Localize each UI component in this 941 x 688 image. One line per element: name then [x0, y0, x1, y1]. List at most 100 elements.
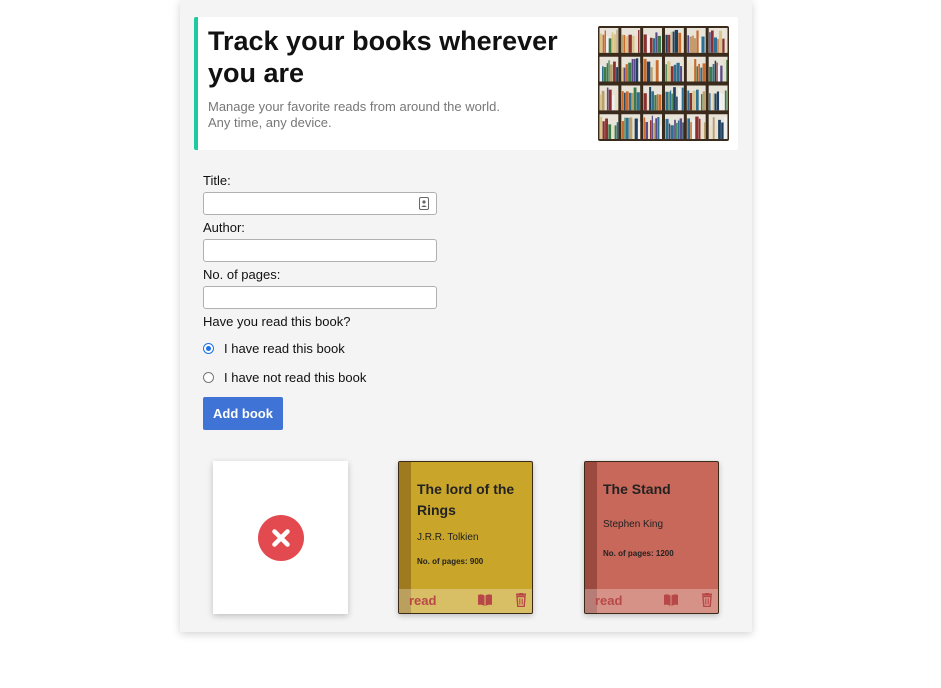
shelf-book-spine [700, 67, 703, 82]
shelf-book-spine [668, 34, 671, 53]
shelf-book-spine [687, 90, 690, 111]
shelf-book-spine [632, 35, 635, 53]
shelf-book-spine [712, 64, 715, 82]
shelf-book-spine [652, 38, 656, 53]
shelf-book-spine [600, 64, 602, 82]
shelf-book-spine [676, 122, 678, 139]
book-title: The lord of the Rings [417, 481, 515, 518]
shelf-book-spine [670, 125, 674, 139]
shelf-book-spine [713, 37, 717, 53]
book-author: Stephen King [603, 519, 664, 530]
shelf-book-spine [616, 122, 619, 139]
shelf-book-spine [668, 91, 670, 111]
book-actions: read [399, 589, 532, 613]
shelf-book-spine [696, 66, 698, 82]
radio-not-read-label[interactable]: I have not read this book [224, 370, 366, 385]
shelf-book-spine [608, 124, 612, 139]
book-actions: read [585, 589, 718, 613]
shelf-book-spine [621, 34, 624, 53]
shelf-book-spine [702, 63, 706, 82]
shelf-book-spine [672, 31, 675, 53]
shelf-book-spine [726, 59, 728, 82]
shelf-book-spine [687, 118, 690, 139]
open-book-icon[interactable] [477, 593, 493, 607]
book-title: The Stand [603, 481, 671, 497]
shelf-book-spine [694, 59, 697, 82]
read-question: Have you read this book? [203, 314, 351, 329]
shelf-book-spine [621, 121, 625, 139]
shelf-book-spine [690, 122, 692, 139]
shelf-book-spine [692, 90, 696, 111]
shelf-book-spine [718, 119, 721, 139]
shelf-book-spine [667, 61, 671, 82]
read-status-toggle[interactable]: read [595, 593, 622, 608]
shelf-book-spine [631, 92, 634, 111]
shelf-book-spine [670, 66, 674, 82]
shelf-book-spine [671, 93, 673, 111]
shelf-book-spine [616, 67, 619, 82]
shelf-book-spine [648, 120, 650, 139]
shelf-book-spine [712, 117, 715, 139]
shelf-book-spine [693, 38, 697, 53]
shelf-book-spine [629, 117, 633, 139]
radio-not-read[interactable] [203, 372, 214, 383]
shelf-book-spine [634, 35, 638, 53]
shelf-book-spine [709, 66, 713, 82]
pages-input[interactable] [203, 286, 437, 309]
shelf-book-spine [606, 63, 609, 82]
shelf-book-spine [638, 121, 641, 139]
shelf-book-spine [600, 33, 603, 53]
open-book-icon[interactable] [663, 593, 679, 607]
shelf-book-spine [679, 118, 683, 139]
shelf-book-spine [695, 89, 699, 111]
shelf-book-spine [717, 38, 719, 53]
shelf-book-spine [658, 59, 662, 82]
hero-subtitle: Manage your favorite reads from around t… [208, 99, 588, 131]
shelf-book-spine [606, 87, 609, 111]
shelf-book-spine [698, 95, 701, 111]
read-status-toggle[interactable]: read [409, 593, 436, 608]
shelf-book-spine [682, 122, 684, 139]
trash-icon[interactable] [513, 593, 529, 607]
author-input[interactable] [203, 239, 437, 262]
shelf-book-spine [643, 58, 647, 82]
shelf-book-spine [709, 32, 711, 53]
close-icon[interactable] [258, 515, 304, 561]
shelf-book-spine [647, 35, 650, 53]
shelf-book-spine [625, 64, 628, 82]
shelf-book-spine [711, 30, 714, 53]
shelf-book-spine [616, 29, 618, 53]
shelf-book-spine [606, 36, 609, 53]
shelf-book-spine [709, 93, 711, 111]
bookshelf-image [598, 26, 729, 141]
shelf-book-spine [602, 66, 604, 82]
title-input[interactable] [203, 192, 437, 215]
shelf-book-spine [655, 32, 658, 53]
shelf-book-spine [632, 122, 635, 139]
shelf-book-spine [643, 34, 647, 53]
shelf-book-spine [638, 29, 640, 53]
shelf-book-spine [718, 30, 722, 53]
shelf-book-spine [723, 117, 727, 139]
contact-card-icon[interactable] [419, 197, 429, 210]
shelf-book-spine [621, 67, 624, 82]
shelf-book-spine [651, 115, 653, 139]
shelf-book-spine [600, 94, 602, 111]
shelf-book-spine [698, 37, 702, 53]
radio-read-label[interactable]: I have read this book [224, 341, 345, 356]
shelf-book-spine [633, 58, 636, 82]
book-card: The Stand Stephen King No. of pages: 120… [584, 461, 719, 614]
add-book-button[interactable]: Add book [203, 397, 283, 430]
shelf-book-spine [676, 96, 678, 111]
shelf-book-spine [681, 35, 683, 53]
shelf-book-spine [716, 91, 720, 111]
shelf-book-spine [654, 95, 657, 111]
radio-read[interactable] [203, 343, 214, 354]
trash-icon[interactable] [699, 593, 715, 607]
shelf-book-spine [604, 93, 607, 111]
shelf-book-spine [602, 121, 605, 139]
shelf-book-spine [601, 90, 605, 111]
shelf-book-spine [621, 91, 624, 111]
shelf-book-spine [692, 119, 695, 139]
shelf-book-spine [608, 60, 610, 82]
